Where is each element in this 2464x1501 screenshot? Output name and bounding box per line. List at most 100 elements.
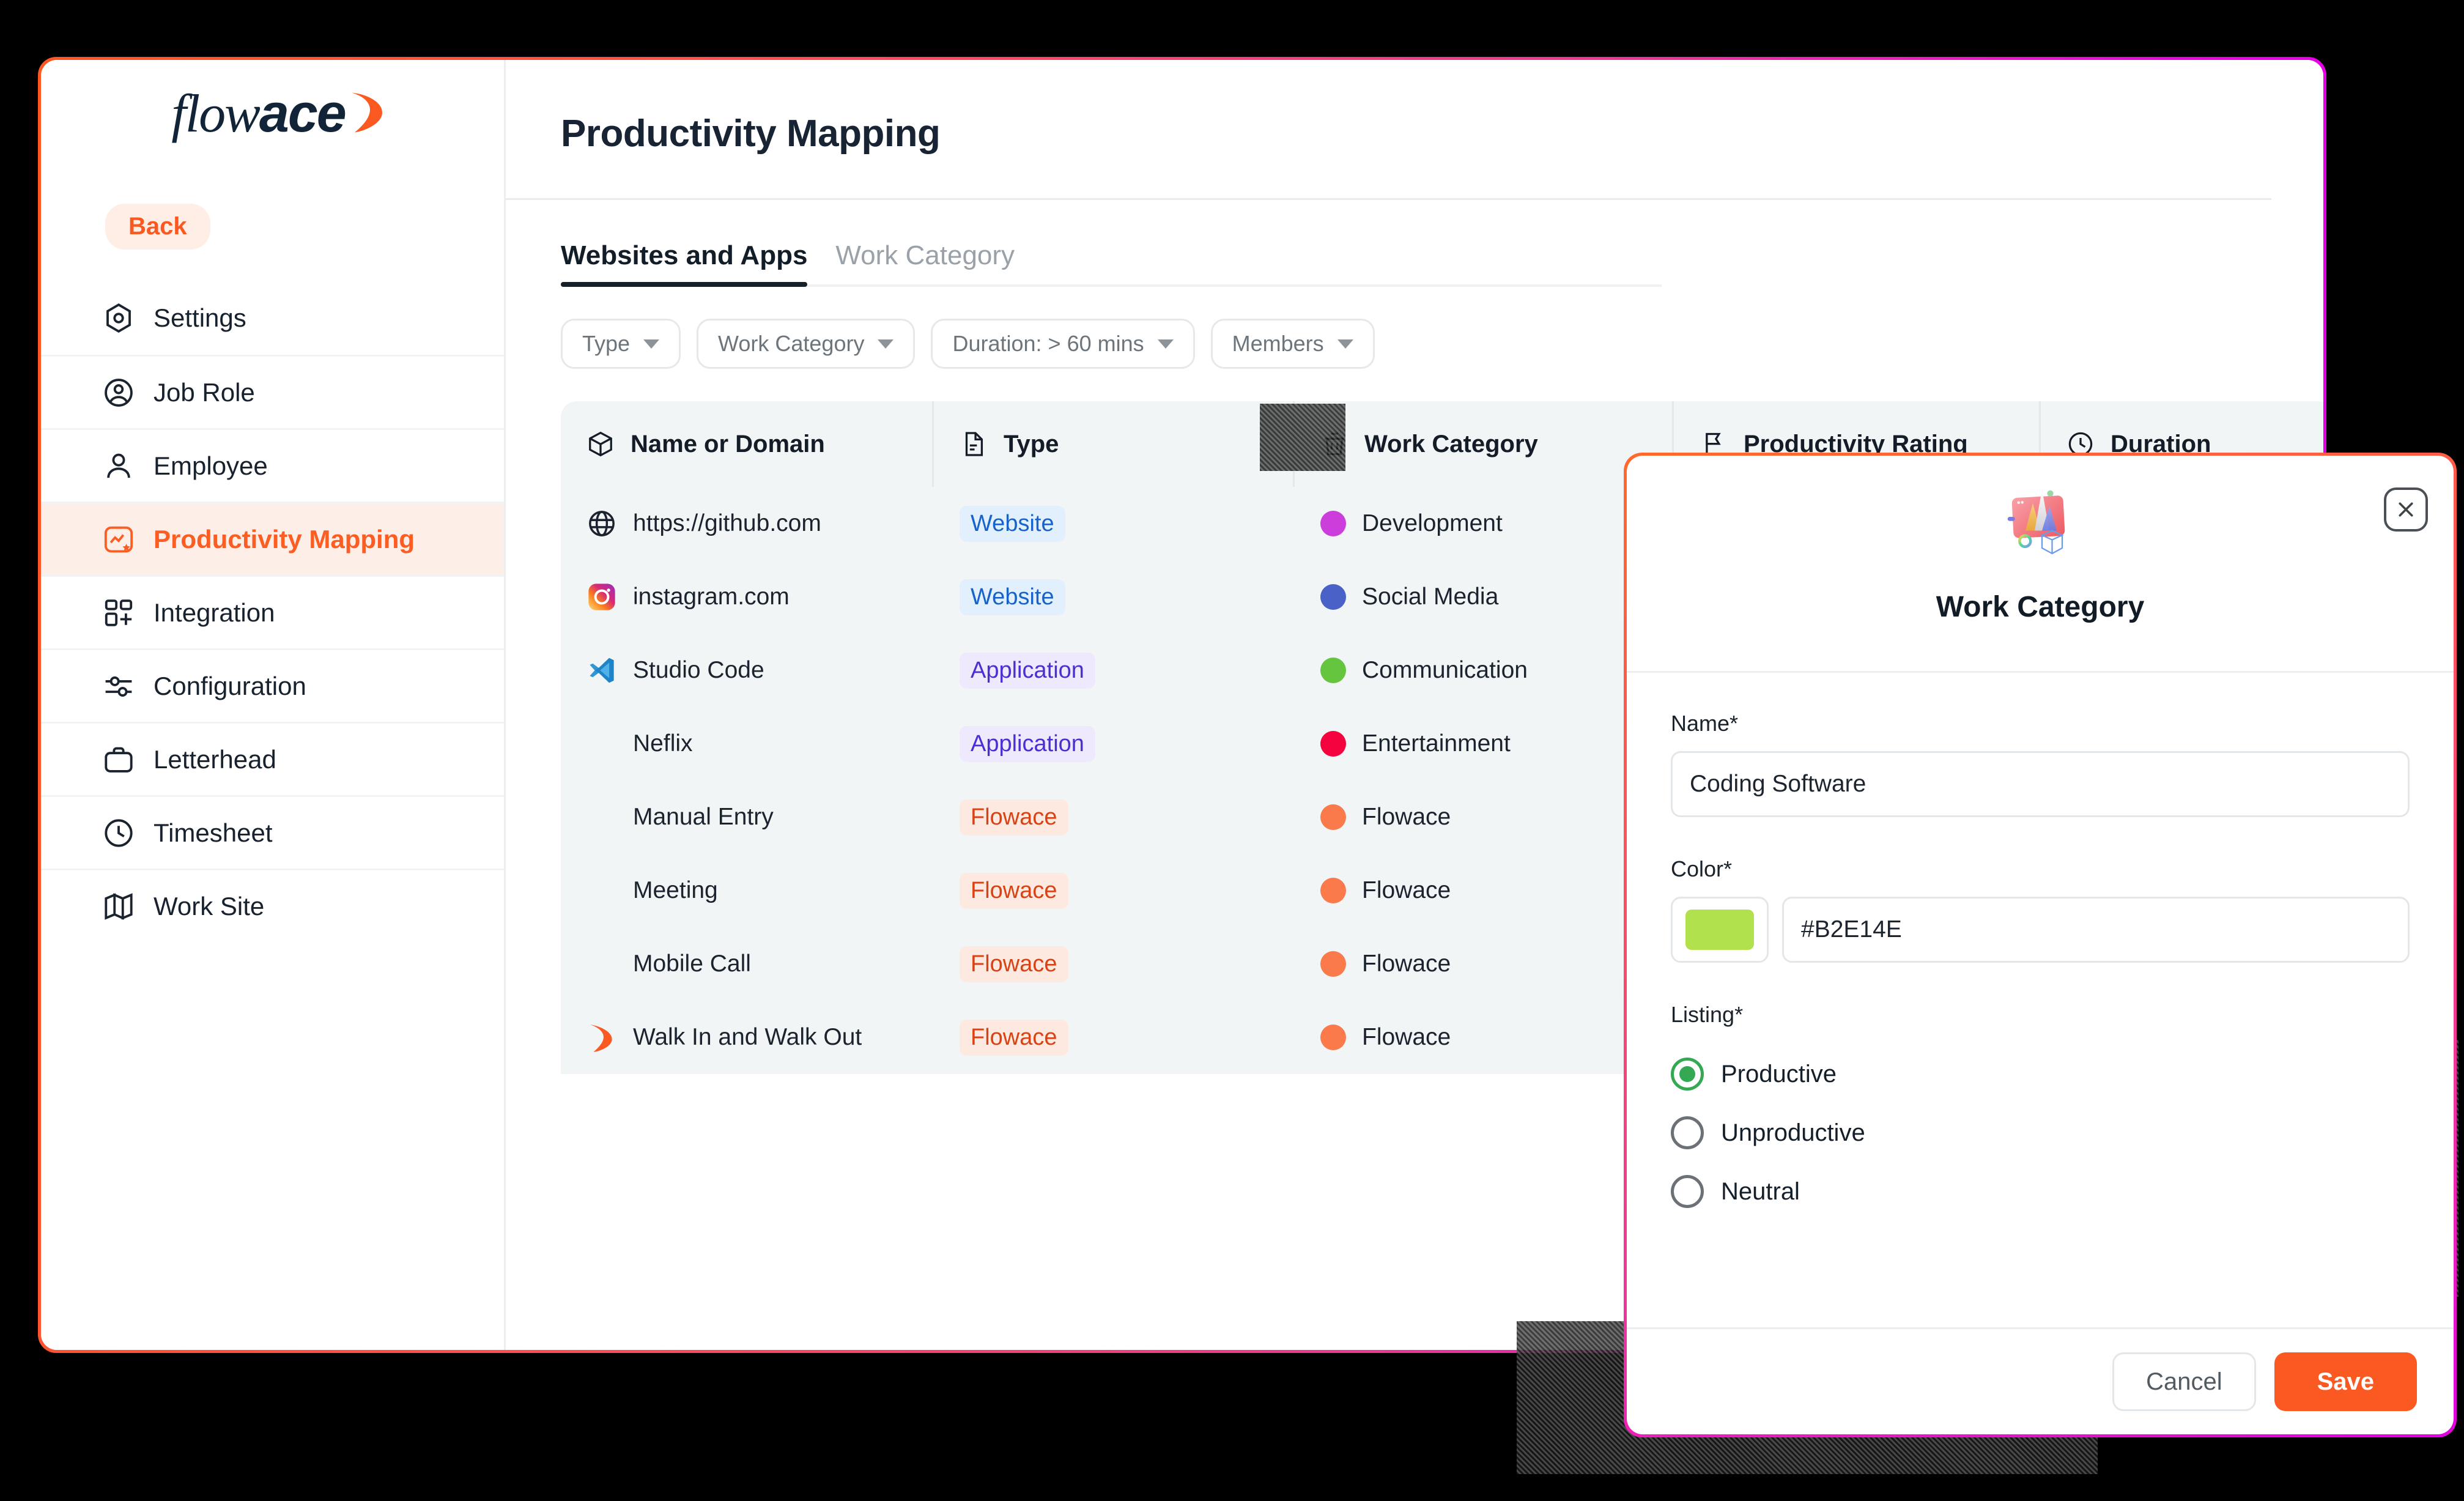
filter-duration[interactable]: Duration: > 60 mins	[931, 319, 1195, 369]
sidebar-nav: Settings Job Role Employee Productivity …	[41, 281, 504, 942]
cell-text: Flowace	[1362, 877, 1451, 903]
chevron-down-icon	[643, 339, 660, 349]
radio-option-neutral[interactable]: Neutral	[1671, 1162, 2410, 1221]
column-header-work-category[interactable]: Work Category	[1295, 401, 1674, 487]
cell-type: Application	[934, 707, 1295, 780]
filter-label: Work Category	[718, 331, 865, 356]
category-color-dot	[1320, 731, 1346, 757]
sidebar-item-work-site[interactable]: Work Site	[41, 869, 504, 942]
cell-type: Flowace	[934, 927, 1295, 1001]
category-color-dot	[1320, 951, 1346, 977]
color-hex-field[interactable]	[1782, 897, 2410, 963]
cell-text: Walk In and Walk Out	[633, 1024, 862, 1050]
cell-text: instagram.com	[633, 584, 790, 610]
filter-type[interactable]: Type	[561, 319, 681, 369]
color-field-label: Color*	[1671, 856, 1733, 881]
type-badge: Flowace	[960, 1019, 1068, 1056]
filter-bar: Type Work Category Duration: > 60 mins M…	[506, 287, 2323, 369]
sidebar-item-job-role[interactable]: Job Role	[41, 355, 504, 428]
filter-label: Duration: > 60 mins	[952, 331, 1144, 356]
cell-text: Studio Code	[633, 657, 764, 683]
cell-text: Flowace	[1362, 951, 1451, 977]
cell-type: Flowace	[934, 1001, 1295, 1074]
flowace-icon	[586, 1022, 617, 1053]
chart-star-icon	[102, 523, 135, 556]
flowace-swoosh-icon	[348, 91, 386, 137]
radio-label: Productive	[1721, 1060, 1837, 1088]
tab-websites-and-apps[interactable]: Websites and Apps	[561, 240, 808, 287]
column-header-name-or-domain[interactable]: Name or Domain	[561, 401, 934, 487]
category-color-dot	[1320, 804, 1346, 830]
cell-text: Social Media	[1362, 584, 1499, 610]
save-button[interactable]: Save	[2274, 1352, 2417, 1411]
cell-name-or-domain: Walk In and Walk Out	[561, 1001, 934, 1074]
cell-type: Website	[934, 560, 1295, 634]
sidebar-item-timesheet[interactable]: Timesheet	[41, 795, 504, 869]
modal-body: Name* Color* Listing* Productive Un	[1627, 673, 2454, 1327]
cell-work-category: Flowace	[1295, 854, 1674, 927]
type-badge: Flowace	[960, 872, 1068, 909]
radio-button[interactable]	[1671, 1058, 1704, 1091]
tab-bar: Websites and Apps Work Category	[506, 200, 2323, 287]
cell-type: Website	[934, 487, 1295, 560]
cell-work-category: Social Media	[1295, 560, 1674, 634]
cell-text: Flowace	[1362, 804, 1451, 830]
close-icon[interactable]	[2384, 487, 2428, 532]
cell-work-category: Development	[1295, 487, 1674, 560]
sidebar-item-integration[interactable]: Integration	[41, 575, 504, 648]
sidebar-item-label: Integration	[154, 598, 275, 627]
sidebar-item-label: Job Role	[154, 377, 255, 407]
cell-name-or-domain: https://github.com	[561, 487, 934, 560]
color-field-row	[1671, 897, 2410, 963]
document-icon	[960, 430, 988, 458]
sidebar-item-settings[interactable]: Settings	[41, 281, 504, 355]
vscode-icon	[586, 655, 617, 686]
sidebar-item-label: Timesheet	[154, 818, 273, 847]
cell-text: Neflix	[633, 730, 693, 757]
sidebar-item-label: Employee	[154, 451, 268, 480]
map-icon	[102, 890, 135, 923]
sidebar-item-employee[interactable]: Employee	[41, 428, 504, 502]
globe-icon	[586, 508, 617, 539]
cancel-button[interactable]: Cancel	[2112, 1352, 2256, 1411]
sidebar-item-label: Configuration	[154, 671, 306, 700]
radio-option-productive[interactable]: Productive	[1671, 1045, 2410, 1103]
cell-text: Entertainment	[1362, 730, 1511, 757]
cell-work-category: Entertainment	[1295, 707, 1674, 780]
cell-name-or-domain: instagram.com	[561, 560, 934, 634]
app-logo[interactable]: flowace	[41, 60, 504, 167]
sidebar-item-productivity-mapping[interactable]: Productivity Mapping	[41, 502, 504, 575]
name-field[interactable]	[1671, 751, 2410, 817]
filter-work-category[interactable]: Work Category	[697, 319, 916, 369]
sidebar-item-configuration[interactable]: Configuration	[41, 648, 504, 722]
modal-footer: Cancel Save	[1627, 1327, 2454, 1434]
radio-label: Neutral	[1721, 1177, 1800, 1205]
tab-work-category[interactable]: Work Category	[835, 240, 1015, 287]
sidebar-item-label: Settings	[154, 303, 246, 332]
filter-label: Members	[1232, 331, 1324, 356]
sidebar-item-letterhead[interactable]: Letterhead	[41, 722, 504, 795]
radio-button[interactable]	[1671, 1116, 1704, 1149]
radio-button[interactable]	[1671, 1175, 1704, 1208]
column-header-type[interactable]: Type	[934, 401, 1295, 487]
category-color-dot	[1320, 658, 1346, 683]
type-badge: Website	[960, 579, 1065, 615]
type-badge: Application	[960, 652, 1095, 689]
cell-type: Flowace	[934, 854, 1295, 927]
sidebar: flowace Back Settings Job Role Employee …	[41, 60, 506, 1350]
cell-name-or-domain: Manual Entry	[561, 780, 934, 854]
column-header-label: Work Category	[1364, 430, 1538, 458]
radio-label: Unproductive	[1721, 1119, 1865, 1146]
category-color-dot	[1320, 878, 1346, 903]
chevron-down-icon	[878, 339, 894, 349]
cell-text: https://github.com	[633, 510, 821, 536]
category-color-dot	[1320, 1025, 1346, 1050]
back-button[interactable]: Back	[105, 204, 210, 250]
filter-members[interactable]: Members	[1210, 319, 1375, 369]
cell-name-or-domain: Meeting	[561, 854, 934, 927]
color-swatch-picker[interactable]	[1671, 897, 1769, 963]
back-button-wrap: Back	[41, 167, 504, 250]
radio-option-unproductive[interactable]: Unproductive	[1671, 1103, 2410, 1162]
chevron-down-icon	[1337, 339, 1353, 349]
box-3d-icon	[586, 430, 615, 458]
